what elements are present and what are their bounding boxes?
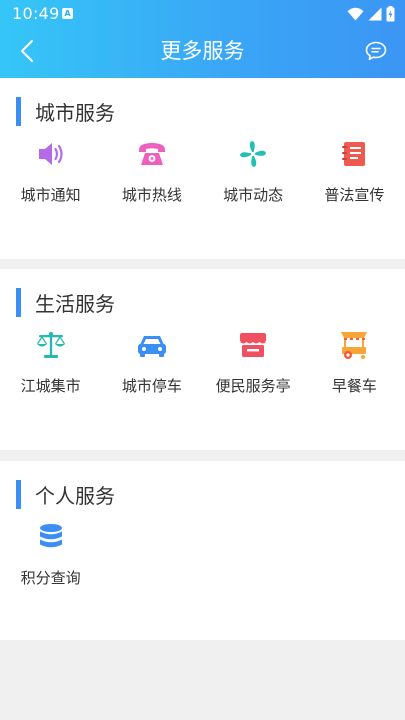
section-accent-bar bbox=[16, 287, 21, 317]
signal-icon bbox=[368, 7, 382, 21]
section-title: 生活服务 bbox=[35, 291, 115, 316]
status-time: 10:49 bbox=[12, 4, 60, 23]
message-button[interactable] bbox=[361, 36, 391, 66]
pinwheel-icon bbox=[240, 141, 267, 167]
kiosk-icon bbox=[240, 333, 267, 357]
service-city-news[interactable]: 城市动态 bbox=[203, 138, 304, 205]
service-label: 普法宣传 bbox=[324, 186, 385, 204]
service-label: 积分查询 bbox=[20, 569, 81, 587]
service-label: 便民服务亭 bbox=[215, 377, 291, 395]
section-header: 个人服务 bbox=[16, 479, 115, 509]
food-cart-icon bbox=[341, 332, 368, 359]
service-city-parking[interactable]: 城市停车 bbox=[101, 329, 202, 396]
service-label: 城市通知 bbox=[20, 186, 81, 204]
service-label: 城市动态 bbox=[223, 186, 284, 204]
service-jiangcheng-market[interactable]: 江城集市 bbox=[0, 329, 101, 396]
section-title: 城市服务 bbox=[35, 100, 115, 125]
section-personal-services: 个人服务 积分查询 bbox=[0, 461, 405, 640]
car-icon bbox=[137, 336, 166, 357]
service-label: 城市停车 bbox=[121, 377, 182, 395]
chat-bubble-icon bbox=[365, 41, 387, 61]
section-city-services: 城市服务 城市通知 城市热线 城市动态 普法宣传 bbox=[0, 78, 405, 259]
service-convenience-kiosk[interactable]: 便民服务亭 bbox=[203, 329, 304, 396]
service-label: 城市热线 bbox=[121, 186, 182, 204]
service-legal-publicity[interactable]: 普法宣传 bbox=[304, 138, 405, 205]
telephone-icon bbox=[138, 143, 165, 165]
database-icon bbox=[39, 524, 62, 548]
navigation-bar: 更多服务 bbox=[0, 28, 405, 78]
service-points-query[interactable]: 积分查询 bbox=[0, 521, 101, 588]
speaker-icon bbox=[38, 143, 63, 165]
service-city-notice[interactable]: 城市通知 bbox=[0, 138, 101, 205]
section-accent-bar bbox=[16, 479, 21, 509]
status-bar: 10:49 A bbox=[0, 0, 405, 28]
notebook-icon bbox=[342, 142, 366, 166]
status-icons bbox=[347, 5, 395, 23]
service-label: 江城集市 bbox=[20, 377, 81, 395]
section-life-services: 生活服务 江城集市 城市停车 便民服务亭 早餐车 bbox=[0, 269, 405, 450]
notification-app-icon: A bbox=[62, 8, 73, 19]
wifi-icon bbox=[347, 7, 364, 21]
service-grid: 积分查询 bbox=[0, 521, 405, 588]
service-city-hotline[interactable]: 城市热线 bbox=[101, 138, 202, 205]
service-label: 早餐车 bbox=[331, 377, 377, 395]
service-grid: 江城集市 城市停车 便民服务亭 早餐车 bbox=[0, 329, 405, 396]
balance-scale-icon bbox=[36, 332, 65, 358]
section-title: 个人服务 bbox=[35, 483, 115, 508]
section-header: 生活服务 bbox=[16, 287, 115, 317]
service-breakfast-cart[interactable]: 早餐车 bbox=[304, 329, 405, 396]
battery-icon bbox=[386, 6, 395, 22]
top-bar: 10:49 A 更多服务 bbox=[0, 0, 405, 78]
section-accent-bar bbox=[16, 96, 21, 126]
page-title: 更多服务 bbox=[160, 39, 245, 63]
service-grid: 城市通知 城市热线 城市动态 普法宣传 bbox=[0, 138, 405, 205]
section-header: 城市服务 bbox=[16, 96, 115, 126]
